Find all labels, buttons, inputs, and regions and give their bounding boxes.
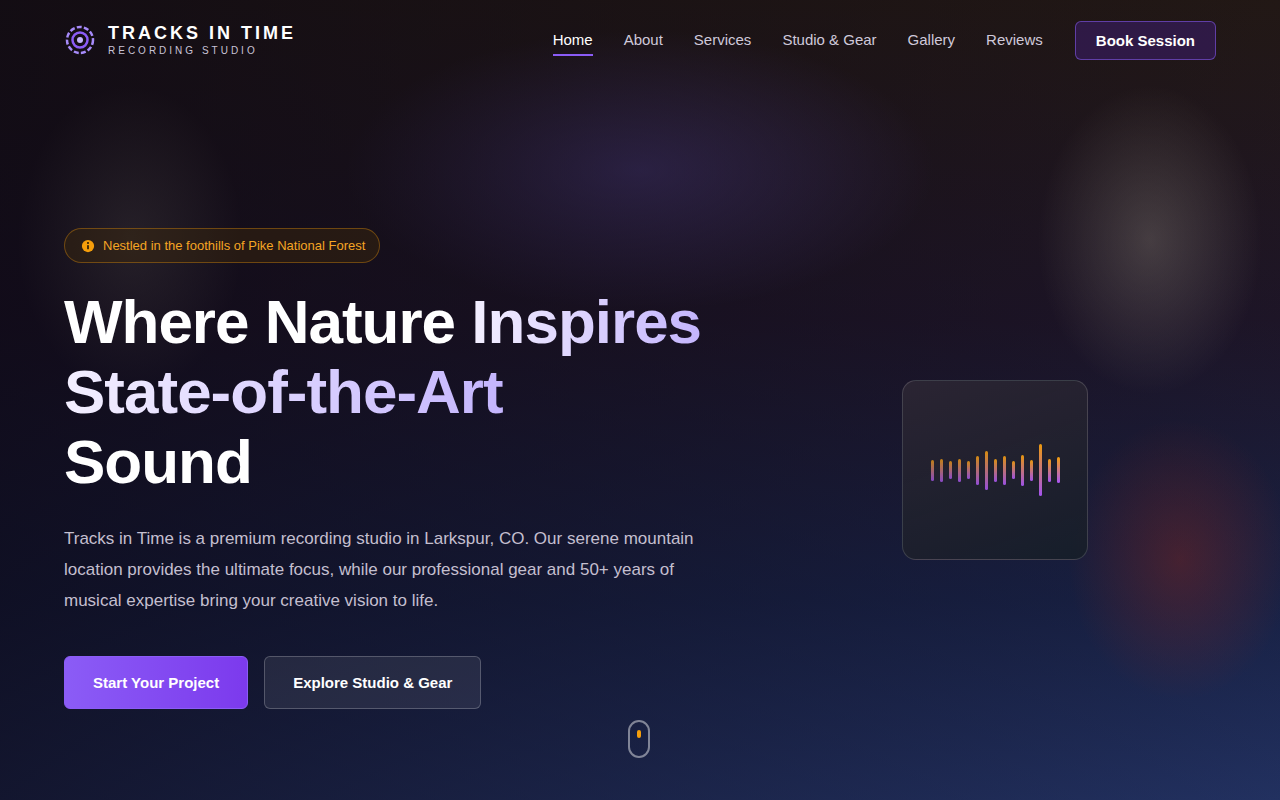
hero-description: Tracks in Time is a premium recording st…: [64, 523, 714, 616]
brand-name: TRACKS IN TIME: [108, 24, 296, 44]
main-nav: Home About Services Studio & Gear Gallery Rev…: [553, 21, 1216, 60]
waveform-bar: [958, 459, 961, 482]
waveform-bar: [976, 456, 979, 485]
nav-link[interactable]: Home: [553, 25, 593, 56]
book-session-button[interactable]: Book Session: [1075, 21, 1216, 60]
nav-link[interactable]: Gallery: [908, 25, 956, 56]
brand-tagline: RECORDING STUDIO: [108, 45, 296, 56]
primary-button[interactable]: Start Your Project: [64, 656, 248, 709]
site-header: TRACKS IN TIMERECORDING STUDIO Home About S…: [0, 0, 1280, 60]
waveform-bar: [1057, 457, 1060, 483]
scroll-indicator-icon[interactable]: [628, 720, 650, 758]
nav-link[interactable]: Studio & Gear: [782, 25, 876, 56]
nav-link[interactable]: Services: [694, 25, 752, 56]
waveform-bar: [931, 460, 934, 481]
waveform-bar: [1003, 456, 1006, 485]
brand-logo[interactable]: TRACKS IN TIMERECORDING STUDIO: [64, 24, 296, 57]
hero-section: Nestled in the foothills of Pike Nationa…: [0, 60, 824, 709]
nav-link[interactable]: About: [624, 25, 663, 56]
hero-title: Where Nature InspiresState-of-the-ArtSou…: [64, 287, 701, 497]
waveform-bar: [940, 459, 943, 482]
waveform-bar: [994, 459, 997, 482]
waveform-bar: [967, 461, 970, 479]
waveform-bar: [1048, 459, 1051, 482]
waveform: [931, 440, 1060, 500]
record-target-icon: [64, 24, 96, 56]
page: TRACKS IN TIMERECORDING STUDIO Home About S…: [0, 0, 1280, 800]
waveform-bar: [949, 461, 952, 479]
waveform-bar: [1039, 444, 1042, 496]
waveform-bar: [1021, 455, 1024, 486]
waveform-bar: [985, 451, 988, 490]
secondary-button[interactable]: Explore Studio & Gear: [264, 656, 481, 709]
waveform-bar: [1012, 461, 1015, 479]
nav-link[interactable]: Reviews: [986, 25, 1043, 56]
hero-actions: Start Your Project Explore Studio & Gear: [64, 656, 481, 709]
location-badge: Nestled in the foothills of Pike Nationa…: [64, 228, 380, 263]
waveform-card: [902, 380, 1088, 560]
waveform-bar: [1030, 460, 1033, 481]
info-icon: [81, 239, 95, 253]
